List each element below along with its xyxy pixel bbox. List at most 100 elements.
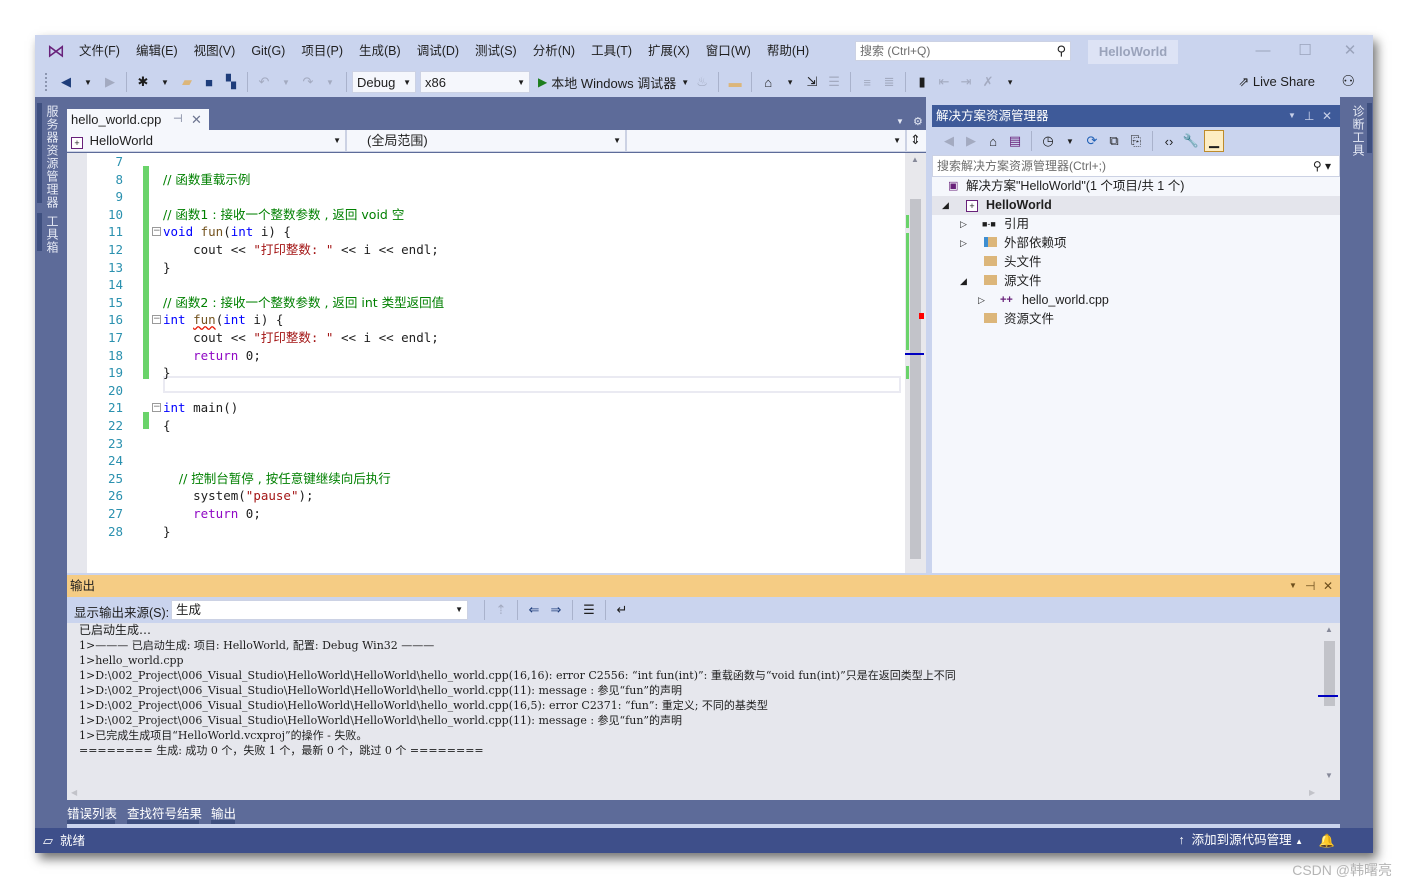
navigate-forward-icon[interactable]: ▶ [101, 71, 119, 93]
next-bookmark-icon[interactable]: ⇥ [957, 71, 975, 93]
pin-icon[interactable]: ⊥ [1304, 105, 1314, 127]
solution-search-input[interactable]: 搜索解决方案资源管理器(Ctrl+;) ⚲ ▾ [932, 155, 1340, 177]
server-explorer-tab[interactable]: 服务器资源管理器 [44, 105, 61, 209]
menu-help[interactable]: 帮助(H) [759, 35, 817, 67]
save-icon[interactable]: ■ [200, 71, 218, 93]
toolbox-tab[interactable]: 工具箱 [44, 215, 61, 254]
uncomment-icon[interactable]: ≣ [880, 71, 898, 93]
overflow-icon[interactable]: ▾ [1001, 71, 1019, 93]
switch-views-icon[interactable]: ▤ [1006, 130, 1024, 152]
menu-extensions[interactable]: 扩展(X) [640, 35, 698, 67]
new-project-icon[interactable]: ✱ [134, 71, 152, 93]
find-in-files-icon[interactable]: ▬ [726, 71, 744, 93]
view-code-icon[interactable]: ‹› [1160, 130, 1178, 152]
code-editor[interactable]: 7 8 // 函数重载示例 9 10 // 函数1 : 接收一个整数参数 , 返回 … [67, 153, 905, 573]
output-source-select[interactable]: 生成 ▼ [171, 600, 468, 620]
menu-edit[interactable]: 编辑(E) [128, 35, 186, 67]
tree-solution-node[interactable]: ▣ 解决方案"HelloWorld"(1 个项目/共 1 个) [932, 177, 1340, 196]
output-line-message[interactable]: 1>D:\002_Project\006_Visual_Studio\Hello… [79, 683, 1322, 698]
show-all-files-icon[interactable]: ⎘ [1127, 130, 1145, 152]
menu-view[interactable]: 视图(V) [186, 35, 244, 67]
dropdown-arrow-icon[interactable]: ▼ [156, 71, 174, 93]
collapsed-arrow-icon[interactable]: ▷ [960, 215, 967, 234]
outline-icon[interactable]: ☰ [825, 71, 843, 93]
tree-item-source-files[interactable]: ◢ 源文件 [932, 272, 1340, 291]
expanded-arrow-icon[interactable]: ◢ [942, 196, 949, 215]
member-dropdown[interactable]: ▼ [627, 130, 907, 152]
diagnostic-tools-tab[interactable]: 诊断工具 [1350, 105, 1367, 157]
sync-icon[interactable]: ⟳ [1083, 130, 1101, 152]
dropdown-arrow-icon[interactable]: ▼ [79, 71, 97, 93]
menu-debug[interactable]: 调试(D) [409, 35, 467, 67]
menu-file[interactable]: 文件(F) [71, 35, 128, 67]
toolbar-grip[interactable] [45, 73, 49, 91]
pin-icon[interactable]: ⊣ [1305, 575, 1315, 597]
step-into-icon[interactable]: ⇲ [803, 71, 821, 93]
collapsed-arrow-icon[interactable]: ▷ [960, 234, 967, 253]
menu-test[interactable]: 测试(S) [467, 35, 525, 67]
tree-item-references[interactable]: ▷ ■-■ 引用 [932, 215, 1340, 234]
find-message-in-code-icon[interactable]: ⇡ [492, 599, 510, 621]
menu-window[interactable]: 窗口(W) [698, 35, 759, 67]
configuration-select[interactable]: Debug ▼ [352, 71, 416, 93]
save-all-icon[interactable]: ▚ [222, 71, 240, 93]
collapse-all-icon[interactable]: ⧉ [1105, 130, 1123, 152]
hot-reload-icon[interactable]: ♨ [693, 71, 711, 93]
tree-item-resource-files[interactable]: 资源文件 [932, 310, 1340, 329]
live-share-button[interactable]: ⇗ Live Share [1238, 74, 1315, 90]
start-debugging-button[interactable]: ▶ 本地 Windows 调试器 ▼ [538, 71, 689, 93]
tab-list-dropdown-icon[interactable]: ▼ [896, 117, 904, 126]
project-dropdown[interactable]: + HelloWorld ▼ [67, 130, 347, 152]
undo-icon[interactable]: ↶ [255, 71, 273, 93]
bookmark-icon[interactable]: ▮ [913, 71, 931, 93]
open-file-icon[interactable]: ▰ [178, 71, 196, 93]
tab-hello-world-cpp[interactable]: hello_world.cpp ⊣ ✕ [67, 109, 209, 130]
dropdown-arrow-icon[interactable]: ▼ [321, 71, 339, 93]
clear-bookmarks-icon[interactable]: ✗ [979, 71, 997, 93]
forward-icon[interactable]: ▶ [962, 130, 980, 152]
tree-item-hello-world-cpp[interactable]: ▷ ++ hello_world.cpp [932, 291, 1340, 310]
code-function-error[interactable]: fun [193, 312, 216, 327]
preview-selected-items-icon[interactable]: ▁ [1204, 130, 1224, 152]
next-message-icon[interactable]: ⇒ [547, 599, 565, 621]
scroll-error-marker[interactable] [919, 313, 924, 319]
notifications-bell-icon[interactable]: 🔔 [1319, 828, 1335, 853]
feedback-icon[interactable]: ⚇ [1342, 72, 1355, 90]
scroll-up-icon[interactable]: ▲ [911, 155, 919, 164]
scroll-up-icon[interactable]: ▲ [1325, 625, 1333, 634]
menu-project[interactable]: 项目(P) [293, 35, 351, 67]
previous-message-icon[interactable]: ⇐ [525, 599, 543, 621]
collapse-icon[interactable]: − [152, 315, 161, 325]
close-button[interactable]: ✕ [1335, 39, 1365, 63]
scroll-down-icon[interactable]: ▼ [1325, 771, 1333, 780]
scope-dropdown[interactable]: (全局范围) ▼ [347, 130, 627, 152]
minimize-button[interactable]: — [1248, 39, 1278, 63]
back-icon[interactable]: ◀ [940, 130, 958, 152]
output-horizontal-scrollbar[interactable]: ◀ ▶ [67, 788, 1322, 800]
menu-analyze[interactable]: 分析(N) [525, 35, 583, 67]
word-wrap-icon[interactable]: ↵ [613, 599, 631, 621]
search-input[interactable]: 搜索 (Ctrl+Q) ⚲ [855, 41, 1071, 61]
tree-item-external-dependencies[interactable]: ▷ 外部依赖项 [932, 234, 1340, 253]
tree-item-header-files[interactable]: 头文件 [932, 253, 1340, 272]
tree-project-node[interactable]: ◢ + HelloWorld [932, 196, 1340, 215]
maximize-button[interactable]: ☐ [1290, 39, 1320, 63]
platform-select[interactable]: x86 ▼ [420, 71, 530, 93]
output-line-error[interactable]: 1>D:\002_Project\006_Visual_Studio\Hello… [79, 698, 1322, 713]
close-panel-icon[interactable]: ✕ [1322, 105, 1332, 127]
scrollbar-thumb[interactable] [910, 199, 921, 559]
window-position-dropdown-icon[interactable]: ▼ [1289, 575, 1297, 597]
dropdown-arrow-icon[interactable]: ▼ [1061, 130, 1079, 152]
settings-gear-icon[interactable]: ⚙ [913, 115, 923, 128]
solution-home-icon[interactable]: ⌂ [759, 71, 777, 93]
output-vertical-scrollbar[interactable]: ▲ ▼ [1318, 623, 1340, 788]
menu-git[interactable]: Git(G) [243, 35, 293, 67]
collapse-icon[interactable]: − [152, 403, 161, 413]
output-line-message[interactable]: 1>D:\002_Project\006_Visual_Studio\Hello… [79, 713, 1322, 728]
menu-tools[interactable]: 工具(T) [583, 35, 640, 67]
split-window-icon[interactable]: ⇕ [910, 132, 921, 148]
scroll-left-icon[interactable]: ◀ [71, 788, 77, 797]
close-tab-icon[interactable]: ✕ [191, 109, 202, 130]
properties-wrench-icon[interactable]: 🔧 [1182, 130, 1200, 152]
output-line-error[interactable]: 1>D:\002_Project\006_Visual_Studio\Hello… [79, 668, 1322, 683]
